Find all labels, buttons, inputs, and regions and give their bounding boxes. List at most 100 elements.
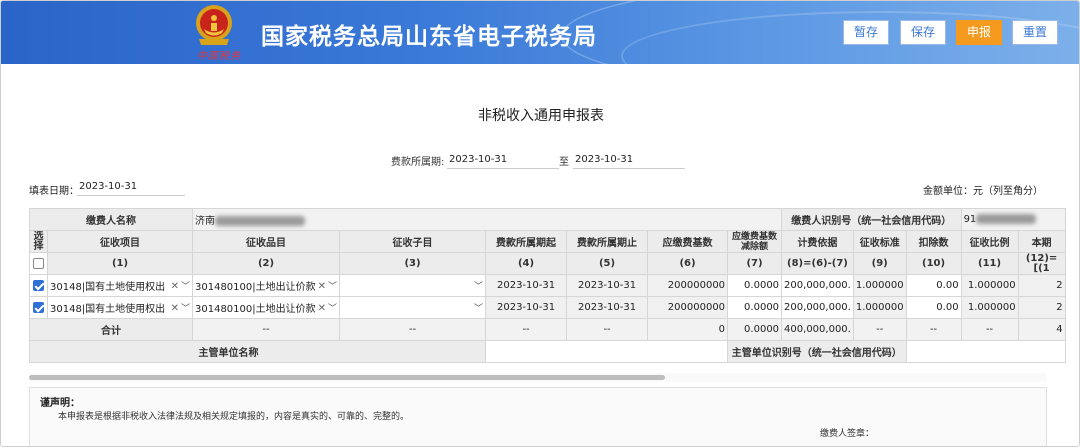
reset-button[interactable]: 重置 — [1012, 20, 1058, 45]
chevron-down-icon[interactable]: ﹀ — [474, 301, 483, 314]
clear-icon[interactable]: ✕ — [318, 281, 326, 292]
period-to-field[interactable]: 2023-10-31 — [573, 151, 685, 169]
select-all-checkbox[interactable] — [33, 257, 44, 269]
item-select[interactable]: 30148|国有土地使用权出 ✕ ﹀ — [47, 296, 193, 319]
supervisor-name-value[interactable] — [485, 340, 729, 363]
declaration-box: 谨声明： 本申报表是根据非税收入法律法规及相关规定填报的，内容是真实的、可靠的、… — [29, 387, 1047, 446]
amount-unit-label: 金额单位：元（列至角分） — [923, 186, 1043, 197]
submit-button[interactable]: 申报 — [956, 20, 1002, 45]
clear-icon[interactable]: ✕ — [171, 303, 179, 314]
total-dash: -- — [191, 318, 341, 341]
total-dash: -- — [485, 318, 568, 341]
fill-date-label: 填表日期： — [29, 186, 79, 197]
row-checkbox[interactable] — [33, 279, 44, 291]
sub-item-value: 301480100|土地出让价款 — [195, 304, 316, 315]
deduct-input[interactable]: 0.0000 — [727, 296, 783, 319]
row-select-cell[interactable] — [29, 274, 48, 297]
item-select[interactable]: 30148|国有土地使用权出 ✕ ﹀ — [47, 274, 193, 297]
col-header-current: 本期 — [1017, 230, 1066, 253]
col-num: (2) — [191, 252, 341, 275]
signature-label: 缴费人签章： — [820, 429, 875, 439]
deduction-input[interactable]: 0.00 — [905, 274, 962, 297]
item-value: 30148|国有土地使用权出 — [50, 282, 166, 293]
table-row: 30148|国有土地使用权出 ✕ ﹀ 301480100|土地出让价款 ✕ ﹀ ﹀ 20… — [29, 274, 1066, 297]
fill-date-field[interactable]: 2023-10-31 — [77, 178, 185, 196]
period-label: 费款所属期: — [391, 157, 445, 168]
total-dash: -- — [852, 318, 907, 341]
supervisor-id-value[interactable] — [905, 340, 1066, 363]
save-button[interactable]: 保存 — [900, 20, 946, 45]
clear-icon[interactable]: ✕ — [171, 281, 179, 292]
col-num: (10) — [905, 252, 962, 275]
table-row: 30148|国有土地使用权出 ✕ ﹀ 301480100|土地出让价款 ✕ ﹀ ﹀ 20… — [29, 296, 1066, 319]
sub-item-select[interactable]: 301480100|土地出让价款 ✕ ﹀ — [191, 296, 341, 319]
ratio-cell: 1.000000 — [960, 296, 1019, 319]
clear-icon[interactable]: ✕ — [318, 303, 326, 314]
col-header-basis: 计费依据 — [781, 230, 854, 253]
zimu-select[interactable]: ﹀ — [339, 274, 487, 297]
col-num: (7) — [727, 252, 783, 275]
col-num: (6) — [647, 252, 729, 275]
col-header-deduct: 应缴费基数减除额 — [727, 230, 783, 253]
total-current: 4 — [1017, 318, 1066, 341]
col-header-ratio: 征收比例 — [960, 230, 1019, 253]
base-input[interactable]: 200000000 — [647, 296, 729, 319]
chevron-down-icon[interactable]: ﹀ — [328, 304, 337, 314]
total-dash: -- — [960, 318, 1019, 341]
sub-item-select[interactable]: 301480100|土地出让价款 ✕ ﹀ — [191, 274, 341, 297]
col-header-item: 征收项目 — [47, 230, 193, 253]
payer-row: 缴费人名称 济南 缴费人识别号（统一社会信用代码） 91 — [29, 208, 1066, 231]
col-header-zimu: 征收子目 — [339, 230, 487, 253]
base-input[interactable]: 200000000 — [647, 274, 729, 297]
total-dash: -- — [566, 318, 649, 341]
total-label: 合计 — [29, 318, 193, 341]
col-num: (11) — [960, 252, 1019, 275]
ratio-cell: 1.000000 — [960, 274, 1019, 297]
col-num: (5) — [566, 252, 649, 275]
supervisor-name-label: 主管单位名称 — [28, 340, 487, 363]
draft-button[interactable]: 暂存 — [843, 20, 889, 45]
total-dash: -- — [905, 318, 962, 341]
deduct-input[interactable]: 0.0000 — [727, 274, 783, 297]
payer-name-value: 济南 — [191, 208, 783, 231]
col-header-sub-item: 征收品目 — [191, 230, 341, 253]
page-frame: 中国税务 国家税务总局山东省电子税务局 暂存 保存 申报 重置 非税收入通用申报… — [0, 0, 1080, 447]
header-row: 选择 征收项目 征收品目 征收子目 费款所属期起 费款所属期止 应缴费基数 应缴… — [29, 230, 1066, 253]
tax-emblem-icon — [196, 5, 232, 45]
chevron-down-icon[interactable]: ﹀ — [181, 304, 190, 314]
item-value: 30148|国有土地使用权出 — [50, 304, 166, 315]
chevron-down-icon[interactable]: ﹀ — [181, 282, 190, 292]
declaration-table: 缴费人名称 济南 缴费人识别号（统一社会信用代码） 91 选择 征收项目 征收品… — [28, 208, 1066, 363]
chevron-down-icon[interactable]: ﹀ — [474, 279, 483, 292]
supervisor-id-label: 主管单位识别号（统一社会信用代码） — [727, 340, 907, 363]
col-header-standard: 征收标准 — [852, 230, 907, 253]
total-deduct: 0.0000 — [727, 318, 783, 341]
standard-cell: 1.000000 — [852, 274, 907, 297]
col-num: (12)=[(1 — [1017, 252, 1066, 275]
row-checkbox[interactable] — [33, 301, 44, 313]
horizontal-scrollbar[interactable] — [29, 375, 665, 380]
col-num: (4) — [485, 252, 568, 275]
period-from-cell: 2023-10-31 — [485, 274, 568, 297]
sub-item-value: 301480100|土地出让价款 — [195, 282, 316, 293]
declaration-title: 谨声明： — [40, 398, 80, 409]
basis-cell: 200,000,000. — [781, 274, 854, 297]
form-title: 非税收入通用申报表 — [478, 108, 604, 124]
payer-id-label: 缴费人识别号（统一社会信用代码） — [781, 208, 962, 231]
col-num: (9) — [852, 252, 907, 275]
total-basis: 400,000,000. — [781, 318, 854, 341]
total-base: 0 — [647, 318, 729, 341]
zimu-select[interactable]: ﹀ — [339, 296, 487, 319]
col-header-period-to: 费款所属期止 — [566, 230, 649, 253]
total-row: 合计 -- -- -- -- 0 0.0000 400,000,000. -- … — [29, 318, 1066, 341]
col-num: (8)=(6)-(7) — [781, 252, 854, 275]
basis-cell: 200,000,000. — [781, 296, 854, 319]
row-select-cell[interactable] — [29, 296, 48, 319]
site-header: 中国税务 国家税务总局山东省电子税务局 暂存 保存 申报 重置 — [1, 1, 1079, 64]
chevron-down-icon[interactable]: ﹀ — [328, 282, 337, 292]
period-from-field[interactable]: 2023-10-31 — [447, 151, 559, 169]
supervisor-row: 主管单位名称 主管单位识别号（统一社会信用代码） — [28, 340, 1066, 363]
deduction-input[interactable]: 0.00 — [905, 296, 962, 319]
current-cell: 2 — [1017, 274, 1066, 297]
select-all-cell[interactable] — [29, 252, 48, 275]
